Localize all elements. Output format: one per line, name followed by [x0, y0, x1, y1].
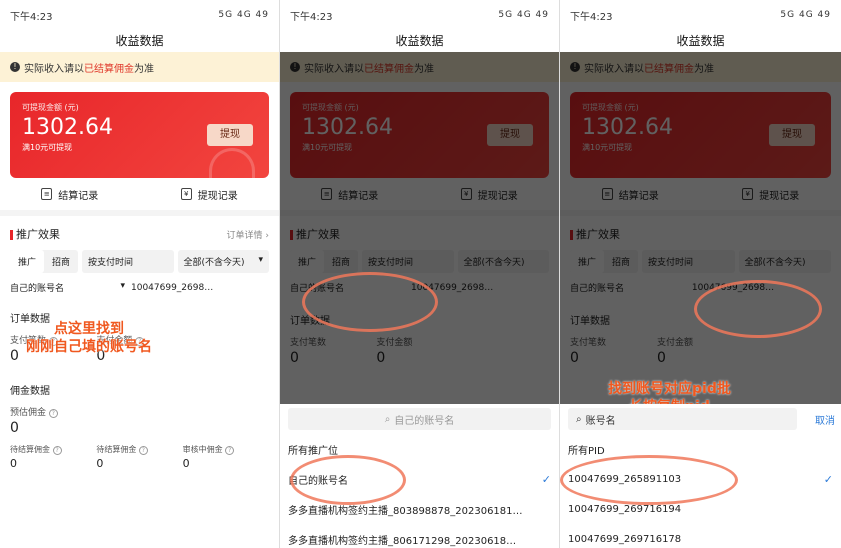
withdraw-records-button[interactable]: ¥ 提现记录: [140, 178, 280, 210]
settlement-records-button[interactable]: ≡ 结算记录: [0, 178, 140, 210]
cancel-button[interactable]: 取消: [815, 412, 835, 427]
range-select[interactable]: 全部(不含今天) ▾: [177, 250, 269, 273]
pid-select[interactable]: 10047699_2698…: [131, 283, 269, 293]
notice-highlight: 已结算佣金: [84, 63, 134, 75]
help-icon[interactable]: ?: [52, 446, 62, 455]
order-details-link[interactable]: 订单详情 ›: [227, 228, 269, 241]
status-bar: 下午4:23 5G 4G 49: [280, 0, 559, 30]
page-title: 收益数据: [676, 34, 725, 48]
records-bar: ≡ 结算记录 ¥ 提现记录: [0, 178, 279, 216]
promo-section-header: 推广效果 订单详情 ›: [0, 216, 279, 242]
highlight-circle: [560, 455, 738, 505]
notice-banner: ! 实际收入请以 已结算佣金 为准: [0, 52, 279, 82]
balance-label: 可提现金额 (元): [22, 103, 79, 112]
status-signal: 5G 4G 49: [780, 10, 831, 20]
document-icon: ≡: [41, 188, 53, 200]
search-input[interactable]: ⌕ 自己的账号名: [288, 408, 551, 430]
option-pid[interactable]: 10047699_269716178: [560, 524, 841, 548]
highlight-circle: [290, 455, 406, 505]
chevron-down-icon: ▾: [120, 281, 125, 291]
status-time: 下午4:23: [10, 11, 53, 23]
search-icon: ⌕: [384, 413, 391, 425]
filters-row: 推广 招商 按支付时间 全部(不含今天) ▾: [0, 242, 279, 273]
commission-sub-grid: 待结算佣金 ? 0 待结算佣金 ? 0 审核中佣金 ? 0: [0, 436, 279, 470]
balance-card: 可提现金额 (元) 1302.64 满10元可提现 提现: [10, 92, 269, 178]
notice-pre: 实际收入请以: [24, 63, 84, 75]
account-row: 自己的账号名 ▾ 10047699_2698…: [0, 273, 279, 294]
status-signal: 5G 4G 49: [218, 10, 269, 20]
modal-overlay[interactable]: [560, 52, 841, 404]
status-signal: 5G 4G 49: [498, 10, 549, 20]
notice-post: 为准: [134, 63, 154, 75]
modal-overlay[interactable]: [280, 52, 559, 404]
status-bar: 下午4:23 5G 4G 49: [560, 0, 841, 30]
instruction-annotation: 点这里找到 刚刚自己填的账号名: [26, 321, 152, 355]
status-bar: 下午4:23 5G 4G 49: [0, 0, 279, 30]
status-time: 下午4:23: [570, 11, 613, 23]
check-icon: ✓: [541, 472, 551, 486]
panel-account-picker: 下午4:23 5G 4G 49 收益数据 !实际收入请以已结算佣金为准 可提现金…: [280, 0, 560, 548]
search-icon: ⌕: [576, 413, 582, 425]
withdraw-button[interactable]: 提现: [207, 124, 253, 146]
account-select[interactable]: 自己的账号名 ▾: [10, 281, 125, 294]
promo-tabs: 推广 招商: [10, 250, 79, 273]
promo-title: 推广效果: [10, 226, 60, 242]
check-icon: ✓: [823, 472, 833, 486]
status-time: 下午4:23: [290, 11, 333, 23]
help-icon[interactable]: ?: [225, 446, 235, 455]
commission-title: 佣金数据: [10, 386, 50, 397]
help-icon[interactable]: ?: [138, 446, 148, 455]
tab-promote[interactable]: 推广: [10, 250, 45, 273]
panel-pid-picker: 下午4:23 5G 4G 49 收益数据 !实际收入请以已结算佣金为准 可提现金…: [560, 0, 841, 548]
panel-earnings: 下午4:23 5G 4G 49 收益数据 ! 实际收入请以 已结算佣金 为准 可…: [0, 0, 280, 548]
sort-select[interactable]: 按支付时间: [82, 250, 174, 273]
info-icon: !: [10, 62, 20, 72]
page-title: 收益数据: [395, 34, 444, 48]
option-account[interactable]: 多多直播机构签约主播_806171298_20230618…: [280, 524, 559, 548]
help-icon[interactable]: ?: [48, 409, 58, 418]
highlight-circle: [302, 272, 438, 332]
page-title: 收益数据: [115, 34, 164, 48]
commission-main: 预估佣金 ? 0: [0, 397, 279, 436]
highlight-circle: [694, 280, 822, 338]
search-input[interactable]: ⌕ 账号名: [568, 408, 797, 430]
tab-merchant[interactable]: 招商: [44, 250, 78, 273]
chevron-down-icon: ▾: [258, 255, 263, 265]
receipt-icon: ¥: [180, 188, 192, 200]
